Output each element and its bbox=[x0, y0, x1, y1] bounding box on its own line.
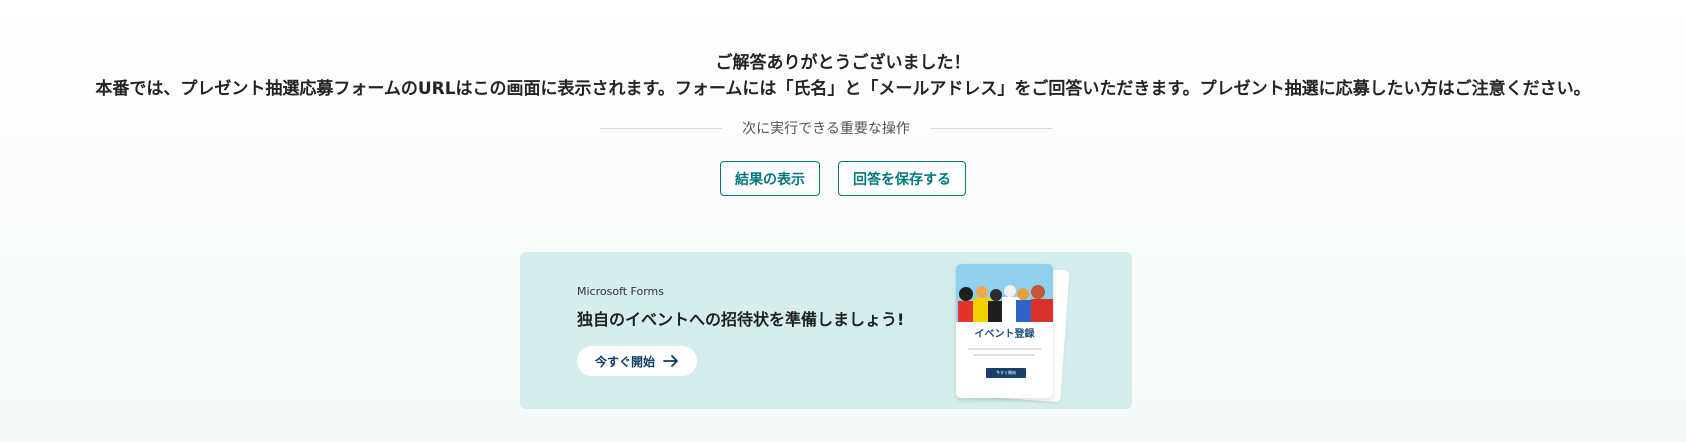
next-actions-buttons: 結果の表示 回答を保存する bbox=[0, 161, 1686, 196]
start-now-label: 今すぐ開始 bbox=[595, 354, 656, 369]
thank-you-body: 本番では、プレゼント抽選応募フォームのURLはこの画面に表示されます。フォームに… bbox=[95, 79, 1591, 99]
save-response-button[interactable]: 回答を保存する bbox=[838, 161, 966, 196]
promo-banner: Microsoft Forms 独自のイベントへの招待状を準備しましょう! 今す… bbox=[520, 252, 1132, 409]
divider-line-right bbox=[929, 127, 1053, 129]
card-text-line bbox=[968, 348, 1041, 350]
thank-you-message: ご解答ありがとうございました！ 本番では、プレゼント抽選応募フォームのURLはこ… bbox=[0, 50, 1686, 102]
card-start-button: 今すぐ開始 bbox=[986, 368, 1026, 378]
next-actions-divider: 次に実行できる重要な操作 bbox=[600, 118, 1053, 138]
promo-headline: 独自のイベントへの招待状を準備しましょう! bbox=[577, 310, 905, 329]
people-illustration bbox=[956, 264, 1053, 322]
card-text-line bbox=[973, 354, 1035, 356]
arrow-right-icon bbox=[663, 355, 679, 367]
thank-you-title: ご解答ありがとうございました！ bbox=[715, 53, 971, 73]
form-submitted-page: ご解答ありがとうございました！ 本番では、プレゼント抽選応募フォームのURLはこ… bbox=[0, 0, 1686, 442]
start-now-button[interactable]: 今すぐ開始 bbox=[577, 346, 698, 376]
divider-line-left bbox=[600, 127, 723, 129]
promo-brand: Microsoft Forms bbox=[577, 285, 664, 298]
promo-card-illustration: イベント登録 今すぐ開始 bbox=[956, 264, 1053, 398]
view-results-button[interactable]: 結果の表示 bbox=[720, 161, 820, 196]
card-title: イベント登録 bbox=[974, 329, 1035, 340]
next-actions-heading: 次に実行できる重要な操作 bbox=[742, 121, 910, 137]
